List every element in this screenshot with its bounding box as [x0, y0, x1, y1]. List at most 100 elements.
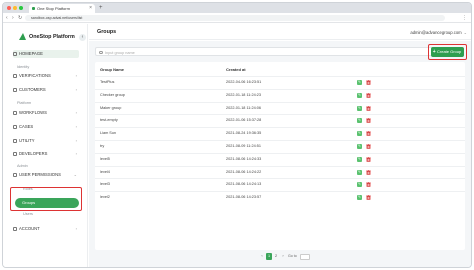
column-header-created-at: Created at: [226, 67, 246, 72]
created-at-cell: 2021-08-06 14:24:22: [226, 169, 262, 174]
window-controls: [7, 6, 23, 10]
sidebar-item-account[interactable]: ACCOUNT ›: [13, 225, 79, 233]
created-at-cell: 2022-01-06 15:37:28: [226, 118, 262, 123]
created-at-cell: 2021-08-06 14:23:57: [226, 195, 262, 200]
sidebar-item-verifications[interactable]: VERIFICATIONS ›: [13, 72, 79, 80]
logo[interactable]: OneStop Platform: [19, 33, 75, 40]
table-row: Liam Sun 2021-08-24 19:36:35 ✎: [95, 127, 465, 138]
chevron-down-icon: ⌄: [73, 172, 77, 177]
browser-tab-title: One Stop Platform: [37, 6, 70, 11]
group-name-cell: Checker group: [100, 92, 125, 97]
delete-icon[interactable]: [366, 105, 371, 111]
back-button[interactable]: ‹: [6, 14, 8, 22]
table-row: level3 2021-08-06 14:24:13 ✎: [95, 178, 465, 189]
edit-icon[interactable]: ✎: [357, 131, 362, 137]
group-name-cell: level3: [100, 182, 110, 187]
created-at-cell: 2021-08-06 14:24:13: [226, 182, 262, 187]
logo-mark-icon: [19, 33, 26, 40]
table-row: level4 2021-08-06 14:24:22 ✎: [95, 165, 465, 177]
sidebar-item-customers[interactable]: CUSTOMERS ›: [13, 86, 79, 94]
account-menu[interactable]: admin@advancegroup.com ⌄: [410, 30, 467, 35]
sidebar-item-label: VERIFICATIONS: [19, 73, 51, 78]
page-button[interactable]: 2: [273, 253, 279, 260]
browser-menu-icon[interactable]: ⋮: [462, 14, 467, 22]
sidebar-item-label: CASES: [19, 124, 34, 129]
chevron-right-icon: ›: [75, 87, 77, 92]
edit-icon[interactable]: ✎: [357, 118, 362, 124]
table-row: test-empty 2022-01-06 15:37:28 ✎: [95, 114, 465, 125]
browser-tab[interactable]: One Stop Platform ×: [29, 4, 95, 13]
sidebar-item-label: USER PERMISSIONS: [19, 172, 61, 177]
goto-page-input[interactable]: [300, 253, 310, 260]
sidebar-item-utility[interactable]: UTILITY ›: [13, 137, 79, 145]
sidebar-item-label: DEVELOPERS: [19, 151, 48, 156]
delete-icon[interactable]: [366, 156, 371, 162]
group-name-cell: level2: [100, 195, 110, 200]
group-name-cell: level5: [100, 156, 110, 161]
browser-tab-bar: One Stop Platform × +: [3, 3, 471, 13]
sidebar-item-workflows[interactable]: WORKFLOWS ›: [13, 109, 79, 117]
group-name-cell: level4: [100, 169, 110, 174]
pagination: ‹ 1 2 › Go to: [89, 253, 471, 261]
sidebar-item-label: UTILITY: [19, 138, 35, 143]
account-email: admin@advancegroup.com: [410, 30, 462, 35]
edit-icon[interactable]: ✎: [357, 105, 362, 111]
minimize-window-button[interactable]: [13, 6, 17, 10]
page-title: Groups: [97, 29, 117, 35]
new-tab-button[interactable]: +: [99, 4, 103, 12]
sidebar-item-users[interactable]: Users: [23, 212, 33, 216]
sidebar-item-developers[interactable]: DEVELOPERS ›: [13, 150, 79, 158]
delete-icon[interactable]: [366, 195, 371, 201]
edit-icon[interactable]: ✎: [357, 80, 362, 85]
created-at-cell: 2022-01-18 11:24:06: [226, 105, 261, 110]
group-name-cell: Maker group: [100, 105, 122, 110]
reload-button[interactable]: ↻: [18, 14, 22, 22]
sidebar-section-platform: Platform: [17, 101, 32, 105]
search-bar: [95, 47, 435, 57]
delete-icon[interactable]: [366, 131, 371, 137]
tab-close-icon[interactable]: ×: [89, 4, 92, 13]
main-content: + Create Group Group Name Created at Tes…: [89, 41, 471, 267]
maximize-window-button[interactable]: [19, 6, 23, 10]
sidebar-section-identity: Identity: [17, 65, 30, 69]
sidebar-item-homepage[interactable]: HOMEPAGE: [13, 50, 79, 58]
edit-icon[interactable]: ✎: [357, 182, 362, 188]
edit-icon[interactable]: ✎: [357, 156, 362, 162]
edit-icon[interactable]: ✎: [357, 195, 362, 201]
delete-icon[interactable]: [366, 118, 371, 124]
table-row: try 2021-08-09 11:24:51 ✎: [95, 140, 465, 151]
forward-button[interactable]: ›: [12, 14, 14, 22]
delete-icon[interactable]: [366, 169, 371, 175]
table-row: Checker group 2022-01-18 11:24:23 ✎: [95, 88, 465, 100]
favicon-icon: [32, 7, 35, 10]
chevron-right-icon: ›: [75, 138, 77, 143]
delete-icon[interactable]: [366, 80, 371, 85]
sidebar-item-user-permissions[interactable]: USER PERMISSIONS ⌄: [13, 171, 79, 179]
page-button[interactable]: 1: [266, 253, 272, 260]
edit-icon[interactable]: ✎: [357, 92, 362, 98]
home-icon: [13, 52, 17, 56]
created-at-cell: 2021-08-09 11:24:51: [226, 144, 261, 148]
next-page-button[interactable]: ›: [280, 253, 286, 260]
goto-label: Go to: [288, 254, 297, 258]
address-bar-row: ‹ › ↻ sandbox-osp.advai.net/users/list ⋮: [3, 13, 471, 23]
chevron-right-icon: ›: [75, 226, 77, 231]
edit-icon[interactable]: ✎: [357, 144, 362, 149]
delete-icon[interactable]: [366, 92, 371, 98]
group-name-cell: Liam Sun: [100, 131, 117, 136]
sidebar-item-label: HOMEPAGE: [19, 51, 43, 56]
prev-page-button[interactable]: ‹: [259, 253, 265, 260]
search-input[interactable]: [105, 48, 305, 57]
created-at-cell: 2021-08-24 19:36:35: [226, 131, 262, 136]
delete-icon[interactable]: [366, 144, 371, 149]
edit-icon[interactable]: ✎: [357, 169, 362, 175]
close-window-button[interactable]: [7, 6, 11, 10]
logo-text: OneStop Platform: [29, 33, 75, 40]
delete-icon[interactable]: [366, 182, 371, 188]
verification-icon: [13, 74, 17, 78]
sidebar-item-cases[interactable]: CASES ›: [13, 123, 79, 131]
group-name-cell: test-empty: [100, 118, 118, 123]
sidebar-collapse-button[interactable]: ‹: [79, 34, 86, 41]
url-field[interactable]: sandbox-osp.advai.net/users/list: [25, 15, 445, 21]
sidebar-item-label: CUSTOMERS: [19, 87, 46, 92]
